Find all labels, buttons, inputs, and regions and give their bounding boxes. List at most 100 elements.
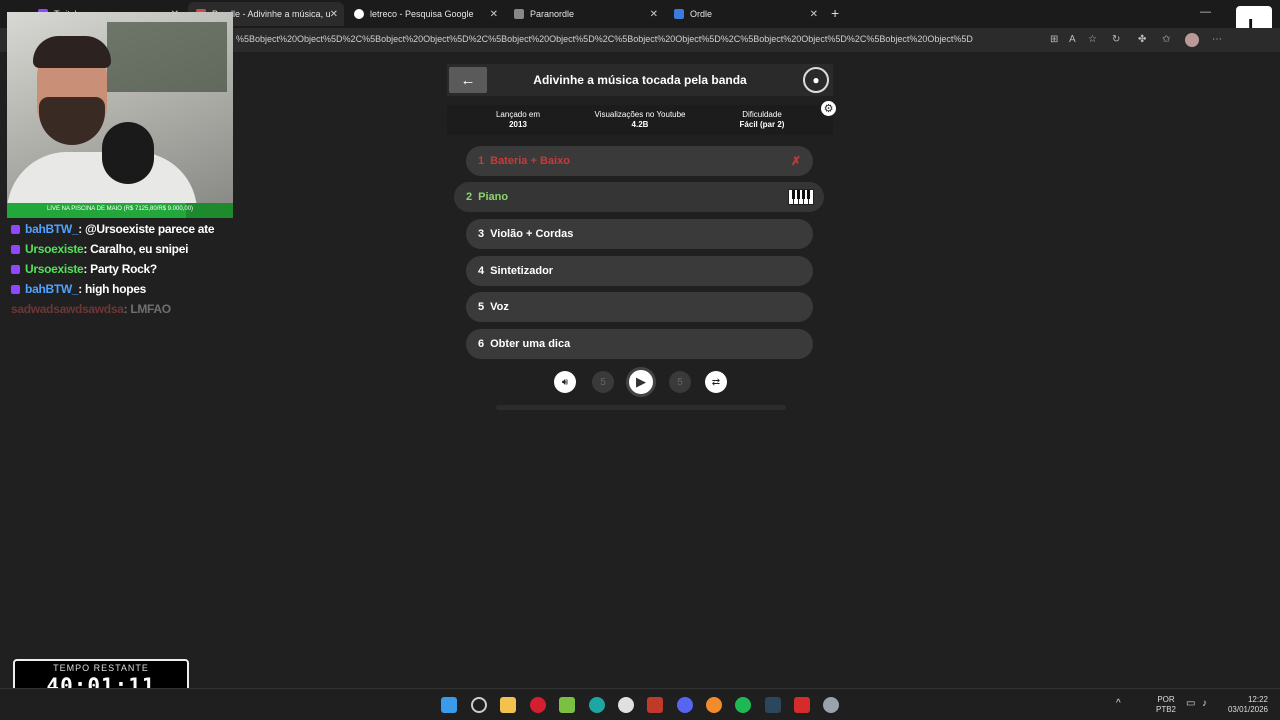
language-indicator[interactable]: POR PTB2 [1156, 695, 1176, 715]
favorites-icon[interactable]: ✩ [1162, 34, 1170, 45]
extensions-icon[interactable]: ✤ [1138, 34, 1146, 45]
tab-google[interactable]: letreco - Pesquisa Google ✕ [346, 2, 504, 26]
volume-button[interactable]: 🔊︎ [554, 371, 576, 393]
wrong-mark-icon: ✗ [790, 154, 801, 168]
app-red-icon[interactable] [530, 697, 546, 713]
settings-gear-icon[interactable]: ⚙ [821, 101, 836, 116]
chat-username: Ursoexiste [25, 242, 84, 256]
keyboard-layout: PTB2 [1156, 705, 1177, 714]
background-shelf [107, 22, 227, 92]
discord-icon[interactable] [677, 697, 693, 713]
streamer-beard [39, 97, 105, 145]
youtube-views-info: Visualizações no Youtube 4.2B [575, 110, 705, 130]
tab-label: Ordle [690, 9, 713, 19]
option-label: Voz [490, 301, 509, 313]
info-value: Fácil (par 2) [739, 120, 785, 129]
option-bateria-baixo[interactable]: 1 Bateria + Baixo ✗ [466, 146, 813, 176]
settings-icon[interactable] [823, 697, 839, 713]
user-icon: ● [812, 73, 820, 87]
close-icon[interactable]: ✕ [330, 9, 338, 20]
info-label: Visualizações no Youtube [594, 110, 686, 119]
chat-message: Ursoexiste: Party Rock? [11, 262, 226, 277]
chat-username: sadwadsawdsawdsa [11, 302, 124, 316]
option-hint[interactable]: 6 Obter uma dica [466, 329, 813, 359]
tab-paranordle[interactable]: Paranordle ✕ [506, 2, 664, 26]
google-icon [354, 9, 364, 19]
skip-button[interactable]: ⇄ [705, 371, 727, 393]
volume-icon[interactable]: ♪ [1202, 699, 1207, 709]
app-green-icon[interactable] [559, 697, 575, 713]
refresh-icon[interactable]: ↻ [1112, 34, 1120, 45]
spotify-icon[interactable] [735, 697, 751, 713]
chevron-up-icon[interactable]: ^ [1116, 699, 1121, 709]
edge-icon[interactable] [589, 697, 605, 713]
close-icon[interactable]: ✕ [810, 9, 818, 20]
menu-icon[interactable]: ⋯ [1212, 34, 1222, 45]
option-label: Violão + Cordas [490, 228, 574, 240]
chat-badge-icon [11, 285, 20, 294]
donation-goal-text: LIVE NA PISCINA DE MAIO (R$ 7125,80/R$ 9… [46, 206, 194, 212]
minimize-icon[interactable]: — [1200, 6, 1211, 18]
info-label: Dificuldade [742, 110, 782, 119]
skip-icon: ⇄ [711, 376, 721, 388]
option-sintetizador[interactable]: 4 Sintetizador [466, 256, 813, 286]
game-header: ← Adivinhe a música tocada pela banda ● [447, 64, 833, 96]
file-explorer-icon[interactable] [500, 697, 516, 713]
donation-goal-bar: LIVE NA PISCINA DE MAIO (R$ 7125,80/R$ 9… [7, 203, 233, 218]
tab-label: letreco - Pesquisa Google [370, 9, 474, 19]
clock-date: 03/01/2026 [1227, 705, 1268, 714]
tab-label: Paranordle [530, 9, 575, 19]
playback-progress[interactable] [496, 405, 786, 410]
play-button[interactable]: ▶ [626, 367, 656, 397]
new-tab-button[interactable]: + [831, 5, 839, 21]
user-profile-button[interactable]: ● [803, 67, 829, 93]
paranordle-icon [514, 9, 524, 19]
read-aloud-icon[interactable]: A [1069, 34, 1076, 45]
option-label: Sintetizador [490, 265, 554, 277]
url-text[interactable]: %5Bobject%20Object%5D%2C%5Bobject%20Obje… [236, 34, 973, 44]
forward-button[interactable]: 5 [669, 371, 691, 393]
close-icon[interactable]: ✕ [490, 9, 498, 20]
favorite-star-icon[interactable]: ☆ [1088, 34, 1097, 45]
app-recorder-icon[interactable] [647, 697, 663, 713]
rewind-5-icon: 5 [600, 376, 606, 388]
option-number: 5 [478, 301, 485, 313]
close-icon[interactable]: ✕ [650, 9, 658, 20]
option-number: 3 [478, 228, 485, 240]
search-icon[interactable] [471, 697, 487, 713]
language-code: POR [1157, 695, 1175, 704]
chat-message: Ursoexiste: Caralho, eu snipei [11, 242, 226, 257]
tab-ordle[interactable]: Ordle ✕ [666, 2, 824, 26]
info-value: 2013 [509, 120, 527, 129]
song-info: Lançado em 2013 Visualizações no Youtube… [447, 105, 833, 135]
option-number: 4 [478, 265, 485, 277]
chat-text: Caralho, eu snipei [90, 242, 189, 256]
play-icon: ▶ [636, 374, 646, 389]
chat-badge-icon [11, 245, 20, 254]
app-bolt-icon[interactable] [794, 697, 810, 713]
timer-label: TEMPO RESTANTE [53, 663, 149, 673]
chat-text: Party Rock? [90, 262, 157, 276]
option-piano[interactable]: 2 Piano [454, 182, 824, 212]
network-icon[interactable]: ▭ [1186, 699, 1195, 709]
option-violao-cordas[interactable]: 3 Violão + Cordas [466, 219, 813, 249]
windows-start-icon[interactable] [441, 697, 457, 713]
rewind-button[interactable]: 5 [592, 371, 614, 393]
option-voz[interactable]: 5 Voz [466, 292, 813, 322]
app-ghost-icon[interactable] [618, 697, 634, 713]
info-label: Lançado em [495, 110, 541, 119]
option-number: 6 [478, 338, 485, 350]
difficulty-info: Dificuldade Fácil (par 2) [697, 110, 827, 130]
profile-avatar[interactable] [1185, 33, 1199, 47]
option-label: Obter uma dica [490, 338, 571, 350]
app-orange-icon[interactable] [706, 697, 722, 713]
chat-message: bahBTW_: high hopes [11, 282, 226, 297]
chat-username: Ursoexiste [25, 262, 84, 276]
system-clock[interactable]: 12:22 03/01/2026 [1222, 695, 1268, 715]
option-label: Bateria + Baixo [490, 155, 570, 167]
steam-icon[interactable] [765, 697, 781, 713]
release-year-info: Lançado em 2013 [453, 110, 583, 130]
app-icon[interactable]: ⊞ [1050, 34, 1058, 45]
chat-text: LMFAO [130, 302, 171, 316]
chat-message: sadwadsawdsawdsa: LMFAO [11, 302, 171, 316]
